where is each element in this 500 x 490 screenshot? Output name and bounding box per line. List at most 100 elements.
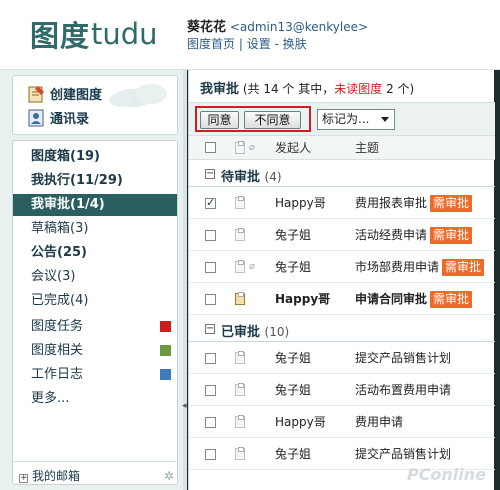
sidebar-splitter[interactable]: ◂ <box>182 70 187 490</box>
row-sender: 兔子姐 <box>275 383 312 397</box>
row-checkbox[interactable] <box>205 385 216 396</box>
page-title: 我审批 <box>200 82 240 97</box>
summary-pre: (共 14 个 其中， <box>242 82 335 96</box>
contacts-icon <box>28 109 44 126</box>
user-email: <admin13@kenkylee> <box>229 20 369 34</box>
table-row[interactable]: Happy哥 申请合同审批 需审批 <box>189 284 495 315</box>
agree-button[interactable]: 同意 <box>200 111 239 129</box>
row-subject[interactable]: 费用报表审批 需审批 <box>355 188 473 218</box>
mark-as-select[interactable]: 标记为... <box>317 109 395 130</box>
table-row[interactable]: 兔子姐 提交产品销售计划 <box>189 343 495 374</box>
row-subject[interactable]: 申请合同审批 需审批 <box>355 284 473 314</box>
top-header: 图度 tudu 葵花花 <admin13@kenkylee> 图度首页 | 设置… <box>0 0 500 70</box>
logo-text-cn: 图度 <box>30 19 91 53</box>
folder-list: 图度箱(19) 我执行(11/29) 我审批(1/4) 草稿箱(3) 公告(25) 会议(… <box>12 140 178 485</box>
sidebar-item-more[interactable]: 更多... <box>13 388 177 410</box>
contacts-label: 通讯录 <box>50 112 90 127</box>
row-checkbox[interactable] <box>205 230 216 241</box>
create-tudu-button[interactable]: 创建图度 <box>27 84 102 103</box>
row-subject-text: 费用申请 <box>355 415 404 429</box>
doc-type-icon <box>235 351 245 364</box>
link-settings[interactable]: 设置 <box>247 37 271 51</box>
row-subject[interactable]: 市场部费用申请 需审批 <box>355 252 485 282</box>
create-tudu-label: 创建图度 <box>50 88 103 103</box>
row-subject[interactable]: 费用申请 <box>355 407 403 437</box>
sidebar-item-label: 图度相关 <box>31 343 84 358</box>
sidebar-item-done[interactable]: 已完成(4) <box>13 290 177 312</box>
doc-type-icon <box>235 260 245 273</box>
row-sender: Happy哥 <box>275 292 331 306</box>
row-subject-text: 市场部费用申请 <box>355 260 440 274</box>
left-sidebar: 创建图度 通讯录 图度箱(19) 我执行(11/29) 我审批(1/4) 草稿箱(3)… <box>0 70 183 490</box>
table-row[interactable]: Happy哥 费用申请 <box>189 407 495 438</box>
sidebar-item-task[interactable]: 图度任务 <box>13 316 177 338</box>
row-checkbox[interactable] <box>205 417 216 428</box>
gear-icon[interactable]: ✲ <box>164 466 174 484</box>
doc-type-icon <box>235 415 245 428</box>
color-swatch <box>160 321 171 332</box>
doc-type-icon <box>235 383 245 396</box>
table-row[interactable]: ⌀ 兔子姐 市场部费用申请 需审批 <box>189 252 495 283</box>
row-subject[interactable]: 活动布置费用申请 <box>355 375 451 405</box>
section-label: 待审批 (4) <box>221 166 282 185</box>
sidebar-item-drafts[interactable]: 草稿箱(3) <box>13 218 177 240</box>
sidebar-item-meeting[interactable]: 会议(3) <box>13 266 177 288</box>
table-row[interactable]: Happy哥 费用报表审批需审批 <box>189 188 495 219</box>
row-subject-text: 活动布置费用申请 <box>355 383 452 397</box>
link-home[interactable]: 图度首页 <box>187 37 235 51</box>
table-row[interactable]: 兔子姐 活动经费申请 需审批 <box>189 220 495 251</box>
row-subject[interactable]: 活动经费申请 需审批 <box>355 220 473 250</box>
row-checkbox[interactable] <box>205 449 216 460</box>
row-checkbox[interactable] <box>205 262 216 273</box>
collapse-minus-icon[interactable]: − <box>205 169 215 179</box>
collapse-minus-icon[interactable]: − <box>205 324 215 334</box>
disagree-button[interactable]: 不同意 <box>244 111 301 129</box>
user-info: 葵花花 <admin13@kenkylee> 图度首页 | 设置 - 换肤 <box>187 19 368 53</box>
needs-approval-badge: 需审批 <box>430 291 473 308</box>
column-sender[interactable]: 发起人 <box>275 136 311 160</box>
dropdown-arrow-icon <box>381 117 389 122</box>
doc-type-icon <box>235 292 245 305</box>
sidebar-item-approve[interactable]: 我审批(1/4) <box>13 194 177 216</box>
sidebar-item-label: 更多... <box>31 391 70 406</box>
row-sender: Happy哥 <box>275 196 326 210</box>
sidebar-item-label: 公告(25) <box>31 245 87 260</box>
sidebar-item-notice[interactable]: 公告(25) <box>13 242 177 264</box>
row-subject[interactable]: 提交产品销售计划 <box>355 343 451 373</box>
sidebar-item-worklog[interactable]: 工作日志 <box>13 364 177 386</box>
section-pending[interactable]: − 待审批 (4) <box>189 161 495 187</box>
row-checkbox[interactable] <box>205 294 216 305</box>
app-logo[interactable]: 图度 tudu <box>30 12 158 56</box>
expand-plus-icon[interactable]: + <box>19 474 28 483</box>
link-skin[interactable]: 换肤 <box>283 37 307 51</box>
contacts-button[interactable]: 通讯录 <box>27 108 89 127</box>
sidebar-item-execute[interactable]: 我执行(11/29) <box>13 170 177 192</box>
row-sender: 兔子姐 <box>275 351 312 365</box>
sidebar-group-label: 我的邮箱 <box>32 469 81 483</box>
row-sender: 兔子姐 <box>275 228 312 242</box>
select-all-checkbox[interactable] <box>205 142 216 153</box>
row-sender: 兔子姐 <box>275 447 312 461</box>
table-row[interactable]: 兔子姐 活动布置费用申请 <box>189 375 495 406</box>
row-sender: 兔子姐 <box>275 260 312 274</box>
header-links: 图度首页 | 设置 - 换肤 <box>187 37 307 51</box>
approve-button-group: 同意 不同意 <box>195 106 311 132</box>
sidebar-item-inbox[interactable]: 图度箱(19) <box>13 146 177 168</box>
row-checkbox[interactable] <box>205 196 216 209</box>
attachment-icon: ⌀ <box>249 261 256 272</box>
summary-post: 2 个) <box>382 82 415 96</box>
sidebar-item-label: 图度任务 <box>31 319 84 334</box>
row-checkbox[interactable] <box>205 353 216 364</box>
row-subject-text: 提交产品销售计划 <box>355 351 452 365</box>
attachment-icon: ⌀ <box>249 142 256 153</box>
sidebar-item-label: 我审批(1/4) <box>31 197 105 212</box>
color-swatch <box>160 345 171 356</box>
section-label: 已审批 (10) <box>221 321 289 340</box>
color-swatch <box>160 369 171 380</box>
section-approved[interactable]: − 已审批 (10) <box>189 316 495 342</box>
sidebar-item-related[interactable]: 图度相关 <box>13 340 177 362</box>
sidebar-group-my-mailbox[interactable]: + 我的邮箱 ✲ <box>19 466 174 484</box>
summary-unread[interactable]: 未读图度 <box>334 82 382 96</box>
doc-type-icon <box>235 196 245 209</box>
column-subject[interactable]: 主题 <box>355 136 379 160</box>
